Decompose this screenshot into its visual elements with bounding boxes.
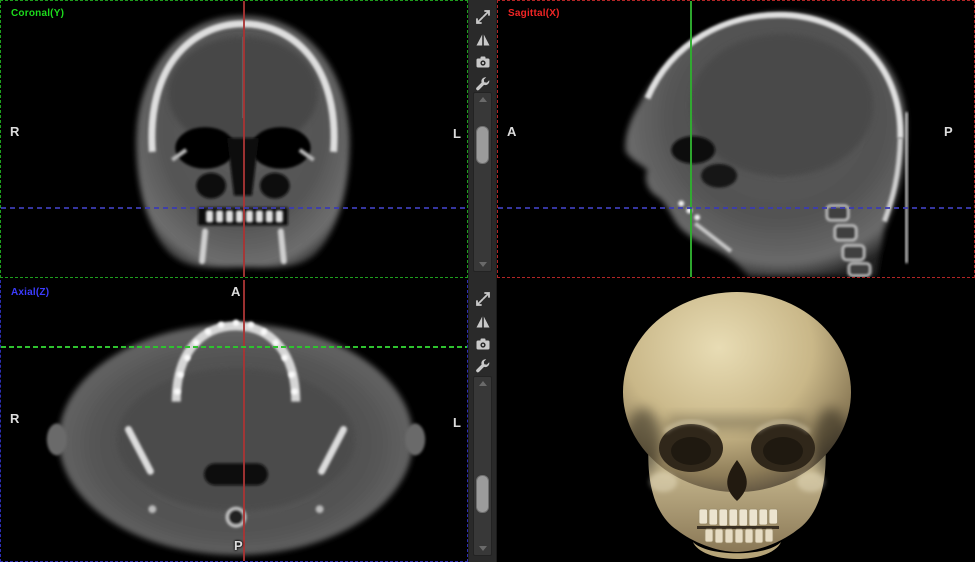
camera-button-bottom[interactable] <box>474 335 492 353</box>
camera-icon <box>475 336 491 352</box>
sagittal-crosshair-vertical[interactable] <box>690 1 692 277</box>
sagittal-view-label: Sagittal(X) <box>508 8 560 19</box>
sagittal-ct-image <box>498 1 974 277</box>
wrench-button-top[interactable] <box>474 75 492 93</box>
expand-icon <box>475 9 491 25</box>
coronal-ct-image <box>1 1 467 277</box>
sagittal-marker-anterior: A <box>507 124 516 139</box>
scroll-down-arrow[interactable] <box>479 262 487 267</box>
scroll-down-arrow[interactable] <box>479 546 487 551</box>
scroll-up-arrow[interactable] <box>479 381 487 386</box>
axial-marker-anterior: A <box>231 284 240 299</box>
view-sagittal[interactable]: Sagittal(X) A P <box>497 0 975 278</box>
volume-3d-skull-render <box>497 280 975 562</box>
view-coronal[interactable]: Coronal(Y) R L <box>0 0 468 278</box>
view-axial[interactable]: Axial(Z) A P R L <box>0 280 468 562</box>
axial-ct-image <box>1 280 467 561</box>
axial-crosshair-horizontal[interactable] <box>1 346 467 348</box>
tool-column <box>468 0 497 562</box>
flip-horizontal-button-bottom[interactable] <box>474 313 492 331</box>
slice-scrollbar-bottom[interactable] <box>473 376 492 556</box>
coronal-crosshair-vertical[interactable] <box>243 1 245 277</box>
sagittal-crosshair-horizontal[interactable] <box>498 207 974 209</box>
scroll-up-arrow[interactable] <box>479 97 487 102</box>
coronal-marker-left-side: L <box>453 126 461 141</box>
wrench-icon <box>475 76 491 92</box>
flip-horizontal-icon <box>475 32 491 48</box>
wrench-button-bottom[interactable] <box>474 357 492 375</box>
expand-button-bottom[interactable] <box>474 290 492 308</box>
view-volume-3d[interactable] <box>497 280 975 562</box>
axial-marker-posterior: P <box>234 538 243 553</box>
coronal-marker-right-side: R <box>10 124 19 139</box>
axial-crosshair-vertical[interactable] <box>243 280 245 561</box>
scrollbar-thumb[interactable] <box>476 126 489 164</box>
slice-scrollbar-top[interactable] <box>473 92 492 272</box>
coronal-crosshair-horizontal[interactable] <box>1 207 467 209</box>
expand-icon <box>475 291 491 307</box>
axial-marker-left-side: L <box>453 415 461 430</box>
mpr-viewer: Coronal(Y) R L <box>0 0 975 562</box>
axial-marker-right-side: R <box>10 411 19 426</box>
expand-button-top[interactable] <box>474 8 492 26</box>
flip-horizontal-icon <box>475 314 491 330</box>
camera-icon <box>475 54 491 70</box>
axial-view-label: Axial(Z) <box>11 287 49 298</box>
scrollbar-thumb[interactable] <box>476 475 489 513</box>
camera-button-top[interactable] <box>474 53 492 71</box>
wrench-icon <box>475 358 491 374</box>
flip-horizontal-button-top[interactable] <box>474 31 492 49</box>
sagittal-marker-posterior: P <box>944 124 953 139</box>
coronal-view-label: Coronal(Y) <box>11 8 64 19</box>
